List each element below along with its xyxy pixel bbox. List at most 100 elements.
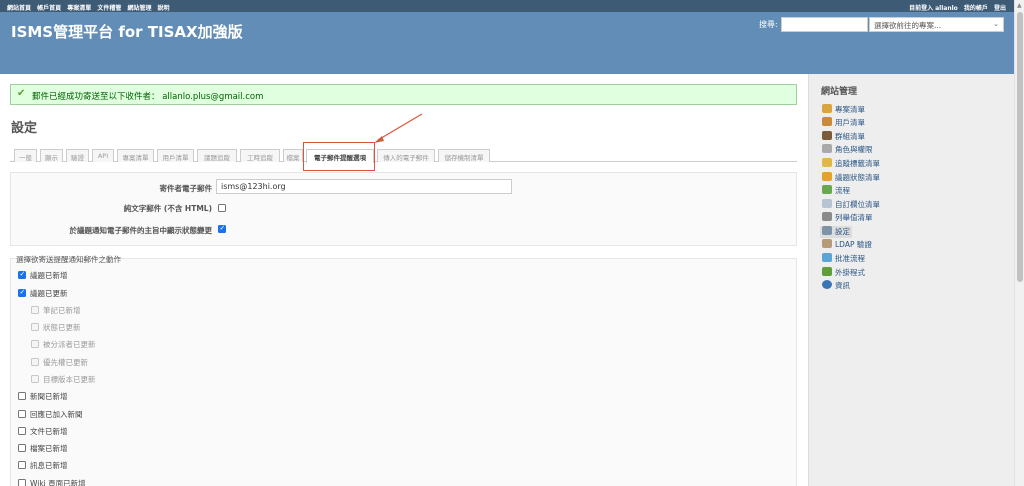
sidebar-item-settings[interactable]: 設定: [820, 226, 852, 238]
tab-incoming-emails[interactable]: 傳入的電子郵件: [377, 149, 435, 162]
event-checkbox[interactable]: [31, 358, 39, 366]
event-label: 回應已加入新聞: [30, 410, 83, 419]
scrollbar-thumb[interactable]: [1017, 12, 1023, 282]
sidebar-item-label: 自訂欄位清單: [835, 200, 880, 209]
logged-in-user-link[interactable]: allanlo: [935, 5, 958, 12]
sidebar-item-label: 外掛程式: [835, 268, 865, 277]
tab-files[interactable]: 檔案: [283, 149, 303, 162]
tab-display[interactable]: 顯示: [40, 149, 63, 162]
sidebar-item-custom-fields[interactable]: 自訂欄位清單: [822, 199, 880, 211]
sidebar-item-groups[interactable]: 群組清單: [822, 131, 865, 143]
event-checkbox[interactable]: [18, 410, 26, 418]
settings-icon: [822, 226, 832, 235]
app-title[interactable]: ISMS管理平台 for TISAX加強版: [11, 21, 243, 42]
workflow-icon: [822, 185, 832, 194]
show-status-changes-label: 於議題通知電子郵件的主旨中顯示狀態變更: [69, 226, 213, 235]
event-checkbox[interactable]: [18, 461, 26, 469]
sidebar-item-ldap[interactable]: LDAP 驗證: [822, 239, 872, 251]
annotation-highlight-box: [303, 142, 375, 171]
event-checkbox[interactable]: [31, 323, 39, 331]
event-label: Wiki 頁面已新增: [30, 479, 86, 486]
event-label: 新聞已新增: [30, 392, 68, 401]
event-checkbox[interactable]: [18, 392, 26, 400]
project-jump-select-value: 選擇欲前往的專案...: [874, 21, 942, 30]
sidebar-item-label: LDAP 驗證: [835, 240, 872, 249]
tracker-icon: [822, 158, 832, 167]
sidebar-item-label: 批准流程: [835, 254, 865, 263]
search-label: 搜尋:: [759, 20, 778, 29]
custom-field-icon: [822, 199, 832, 208]
page-title: 設定: [11, 121, 38, 136]
notified-events-legend: 選擇欲寄送提醒通知郵件之動作: [16, 255, 121, 264]
header: ISMS管理平台 for TISAX加強版 搜尋: 選擇欲前往的專案... ⌄: [0, 12, 1014, 74]
plugin-icon: [822, 267, 832, 276]
info-icon: [822, 280, 832, 289]
event-checkbox[interactable]: [31, 340, 39, 348]
top-menu-projects-link[interactable]: 專案清單: [67, 5, 91, 12]
event-label: 議題已更新: [30, 289, 68, 298]
scroll-up-icon[interactable]: ▲: [1017, 2, 1022, 9]
event-checkbox[interactable]: [18, 444, 26, 452]
sidebar-item-trackers[interactable]: 追蹤標籤清單: [822, 158, 880, 170]
event-checkbox[interactable]: [31, 306, 39, 314]
show-status-changes-checkbox[interactable]: [218, 224, 226, 233]
event-label: 狀態已更新: [43, 323, 81, 332]
sidebar-item-label: 追蹤標籤清單: [835, 159, 880, 168]
sidebar-item-info[interactable]: 資訊: [822, 280, 850, 292]
search-input[interactable]: [781, 17, 868, 32]
sidebar-item-plugins[interactable]: 外掛程式: [822, 267, 865, 279]
sidebar-item-issue-statuses[interactable]: 議題狀態清單: [822, 172, 880, 184]
sidebar-item-approval[interactable]: 批准流程: [822, 253, 865, 265]
sidebar-item-label: 流程: [835, 186, 850, 195]
project-jump-select[interactable]: 選擇欲前往的專案... ⌄: [869, 17, 1004, 32]
tab-repositories[interactable]: 儲存機制清單: [438, 149, 490, 162]
top-menu-help-link[interactable]: 說明: [158, 5, 170, 12]
sidebar-item-label: 議題狀態清單: [835, 173, 880, 182]
plain-text-checkbox[interactable]: [218, 204, 226, 212]
emission-email-input[interactable]: isms@123hi.org: [216, 179, 512, 194]
tab-authentication[interactable]: 驗證: [66, 149, 89, 162]
logged-in-label: 目前登入: [909, 5, 934, 12]
top-menu-admin-link[interactable]: 網站管理: [127, 5, 151, 12]
sidebar-item-projects[interactable]: 專案清單: [822, 104, 865, 116]
tab-users[interactable]: 用戶清單: [157, 149, 194, 162]
sidebar-item-label: 資訊: [835, 281, 850, 290]
page-scrollbar[interactable]: ▲: [1014, 0, 1024, 486]
event-label: 文件已新增: [30, 427, 68, 436]
logout-link[interactable]: 登出: [994, 5, 1006, 12]
event-checkbox[interactable]: [18, 479, 26, 486]
chevron-down-icon: ⌄: [993, 20, 999, 28]
event-label: 被分派者已更新: [43, 340, 96, 349]
event-label: 檔案已新增: [30, 444, 68, 453]
top-menu-documents-link[interactable]: 文件稽管: [97, 5, 121, 12]
tab-time-tracking[interactable]: 工時追蹤: [240, 149, 280, 162]
tab-projects[interactable]: 專案清單: [117, 149, 154, 162]
top-menu-my-page-link[interactable]: 帳戶首頁: [37, 5, 61, 12]
ldap-icon: [822, 239, 832, 248]
sidebar-item-workflow[interactable]: 流程: [822, 185, 850, 197]
tab-issue-tracking[interactable]: 議題追蹤: [197, 149, 237, 162]
sidebar-title: 網站管理: [821, 87, 858, 97]
tab-general[interactable]: 一般: [14, 149, 37, 162]
sidebar-item-roles[interactable]: 角色與權限: [822, 144, 873, 156]
check-icon: ✔: [17, 88, 26, 99]
event-checkbox[interactable]: [18, 427, 26, 435]
sidebar-item-label: 設定: [835, 227, 850, 236]
sidebar-item-users[interactable]: 用戶清單: [822, 117, 865, 129]
sidebar-item-enumerations[interactable]: 列舉值清單: [822, 212, 873, 224]
top-menu-home-link[interactable]: 網站首頁: [7, 5, 31, 12]
event-checkbox[interactable]: [31, 375, 39, 383]
annotation-arrow: [374, 113, 423, 143]
top-menu: 網站首頁 帳戶首頁 專案清單 文件稽管 網站管理 說明 目前登入 allanlo …: [0, 0, 1014, 12]
sidebar-item-label: 角色與權限: [835, 145, 873, 154]
my-account-link[interactable]: 我的帳戶: [964, 5, 988, 12]
event-label: 筆記已新增: [43, 306, 81, 315]
event-label: 目標版本已更新: [43, 375, 96, 384]
approval-icon: [822, 253, 832, 262]
tab-api[interactable]: API: [92, 149, 114, 162]
event-checkbox[interactable]: [18, 288, 26, 297]
event-checkbox[interactable]: [18, 270, 26, 279]
sidebar-item-label: 專案清單: [835, 105, 865, 114]
group-icon: [822, 131, 832, 140]
plain-text-label: 純文字郵件 (不含 HTML): [123, 204, 212, 213]
